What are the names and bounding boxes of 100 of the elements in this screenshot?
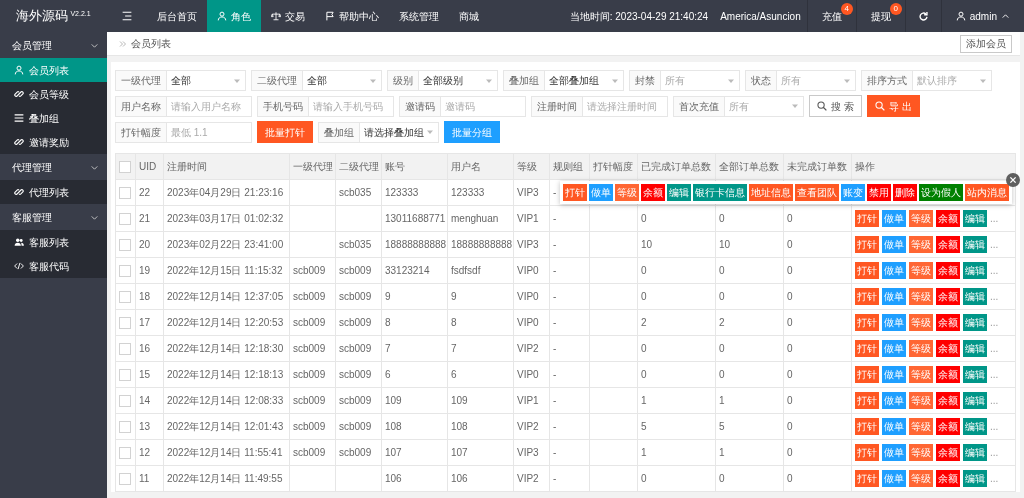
select-field[interactable]: 所有 (776, 70, 856, 91)
action-button[interactable]: 做单 (882, 314, 906, 331)
action-button[interactable]: 银行卡信息 (693, 184, 747, 201)
row-checkbox[interactable] (119, 343, 131, 356)
row-checkbox[interactable] (119, 187, 131, 200)
sidebar-item[interactable]: 叠加组 (0, 106, 107, 130)
nav-tab[interactable]: 交易 (261, 0, 315, 32)
row-checkbox[interactable] (119, 447, 131, 460)
action-button[interactable]: 等级 (909, 236, 933, 253)
input-field[interactable]: 请选择注册时间 (582, 95, 668, 117)
more-link[interactable]: ... (990, 237, 999, 252)
input-field[interactable]: 邀请码 (440, 95, 526, 117)
close-icon[interactable] (1006, 173, 1020, 187)
action-button[interactable]: 编辑 (963, 340, 987, 357)
sidebar-item[interactable]: 会员等级 (0, 82, 107, 106)
action-button[interactable]: 编辑 (963, 392, 987, 409)
action-button[interactable]: 等级 (615, 184, 639, 201)
more-link[interactable]: ... (990, 445, 999, 460)
select-field[interactable]: 默认排序 (912, 70, 992, 91)
more-link[interactable]: ... (990, 341, 999, 356)
action-button[interactable]: 打针 (855, 340, 879, 357)
action-button[interactable]: 做单 (882, 392, 906, 409)
action-button[interactable]: 账变 (841, 184, 865, 201)
action-button[interactable]: 编辑 (963, 210, 987, 227)
action-button[interactable]: 等级 (909, 366, 933, 383)
action-button[interactable]: 余额 (936, 210, 960, 227)
action-button[interactable]: 打针 (855, 392, 879, 409)
action-button[interactable]: 编辑 (963, 418, 987, 435)
row-checkbox[interactable] (119, 473, 131, 486)
row-checkbox[interactable] (119, 213, 131, 226)
action-button[interactable]: 等级 (909, 210, 933, 227)
action-button[interactable]: 做单 (882, 470, 906, 487)
action-button[interactable]: 导 出 (866, 95, 920, 117)
action-button[interactable]: 余额 (936, 288, 960, 305)
action-button[interactable]: 编辑 (963, 470, 987, 487)
action-button[interactable]: 站内消息 (965, 184, 1009, 201)
action-button[interactable]: 搜 索 (809, 95, 862, 117)
action-button[interactable]: 地址信息 (749, 184, 793, 201)
action-button[interactable]: 删除 (893, 184, 917, 201)
sidebar-item[interactable]: 会员列表 (0, 58, 107, 82)
nav-tab[interactable]: 帮助中心 (315, 0, 389, 32)
nav-tab[interactable]: 后台首页 (147, 0, 207, 32)
action-button[interactable]: 做单 (882, 418, 906, 435)
action-button[interactable]: 等级 (909, 262, 933, 279)
input-field[interactable]: 请输入用户名称 (166, 95, 252, 117)
action-button[interactable]: 查看团队 (795, 184, 839, 201)
more-link[interactable]: ... (990, 211, 999, 226)
action-button[interactable]: 做单 (882, 288, 906, 305)
action-button[interactable]: 等级 (909, 444, 933, 461)
action-button[interactable]: 余额 (936, 366, 960, 383)
action-button[interactable]: 做单 (882, 366, 906, 383)
action-button[interactable]: 余额 (936, 444, 960, 461)
action-button[interactable]: 余额 (641, 184, 665, 201)
row-checkbox[interactable] (119, 369, 131, 382)
action-button[interactable]: 做单 (882, 444, 906, 461)
action-button[interactable]: 余额 (936, 314, 960, 331)
action-button[interactable]: 等级 (909, 418, 933, 435)
row-checkbox[interactable] (119, 421, 131, 434)
action-button[interactable]: 余额 (936, 470, 960, 487)
sidebar-item[interactable]: 邀请奖励 (0, 130, 107, 154)
action-button[interactable]: 打针 (855, 418, 879, 435)
action-button[interactable]: 打针 (855, 262, 879, 279)
more-link[interactable]: ... (990, 263, 999, 278)
more-link[interactable]: ... (990, 471, 999, 486)
action-button[interactable]: 编辑 (963, 444, 987, 461)
action-button[interactable]: 等级 (909, 288, 933, 305)
action-button[interactable]: 编辑 (667, 184, 691, 201)
action-button[interactable]: 编辑 (963, 262, 987, 279)
more-link[interactable]: ... (990, 367, 999, 382)
sidebar-item[interactable]: 客服代码 (0, 254, 107, 278)
nav-tab[interactable]: 商城 (449, 0, 489, 32)
select-field[interactable]: 所有 (724, 95, 804, 117)
action-button[interactable]: 打针 (855, 210, 879, 227)
select-field[interactable]: 全部 (302, 70, 382, 91)
more-link[interactable]: ... (990, 419, 999, 434)
action-button[interactable]: 编辑 (963, 366, 987, 383)
sidebar-item[interactable]: 代理列表 (0, 180, 107, 204)
row-checkbox[interactable] (119, 317, 131, 330)
action-button[interactable]: 做单 (882, 236, 906, 253)
action-button[interactable]: 批量打针 (257, 121, 313, 143)
select-all-checkbox[interactable] (119, 161, 131, 174)
action-button[interactable]: 余额 (936, 236, 960, 253)
more-link[interactable]: ... (990, 289, 999, 304)
row-checkbox[interactable] (119, 265, 131, 278)
action-button[interactable]: 做单 (882, 340, 906, 357)
action-button[interactable]: 打针 (855, 236, 879, 253)
select-field[interactable]: 全部级别 (418, 70, 498, 91)
row-checkbox[interactable] (119, 291, 131, 304)
select-field[interactable]: 全部叠加组 (544, 70, 624, 91)
action-button[interactable]: 打针 (855, 444, 879, 461)
action-button[interactable]: 打针 (855, 314, 879, 331)
action-button[interactable]: 余额 (936, 262, 960, 279)
action-button[interactable]: 打针 (855, 366, 879, 383)
action-button[interactable]: 等级 (909, 470, 933, 487)
more-link[interactable]: ... (990, 315, 999, 330)
action-button[interactable]: 等级 (909, 340, 933, 357)
action-button[interactable]: 打针 (855, 470, 879, 487)
nav-tab[interactable]: 系统管理 (389, 0, 449, 32)
action-button[interactable]: 设为假人 (919, 184, 963, 201)
select-field[interactable]: 请选择叠加组 (359, 121, 439, 143)
